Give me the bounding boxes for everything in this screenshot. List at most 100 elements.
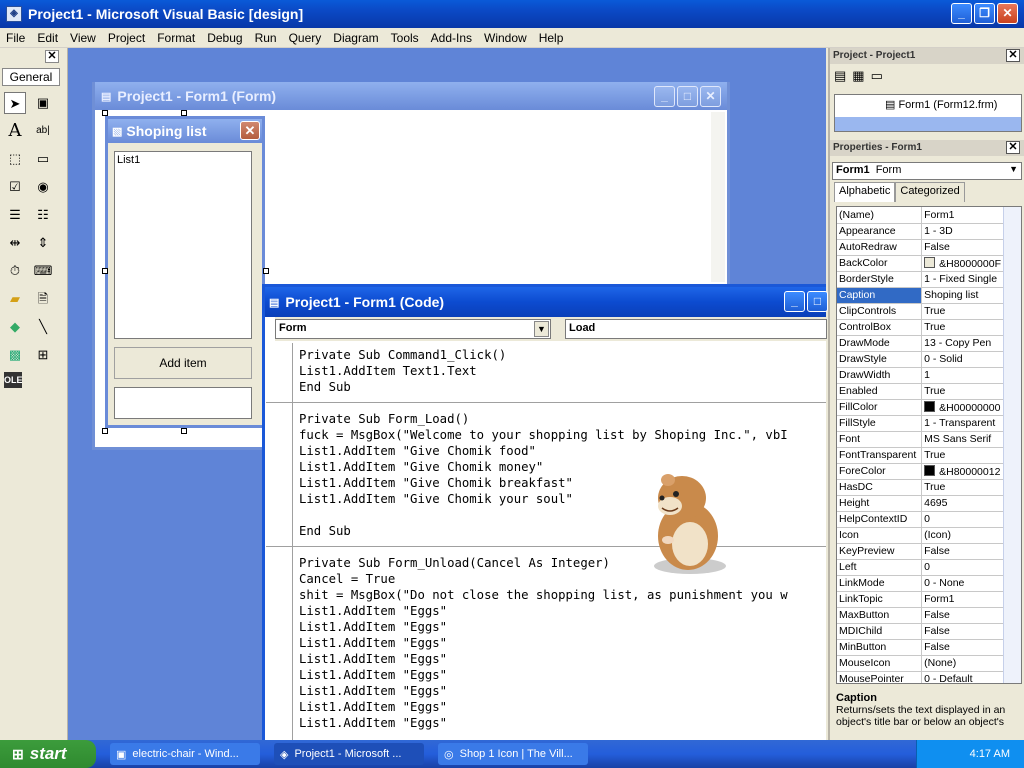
code-line[interactable]: Cancel = True [299, 571, 826, 587]
property-row[interactable]: FontTransparent True [837, 447, 1003, 464]
properties-object-combo[interactable]: Form1 Form ▼ [832, 162, 1022, 180]
code-line[interactable]: List1.AddItem "Give Chomik money" [299, 459, 826, 475]
property-value[interactable]: 1 - Transparent [921, 415, 1003, 432]
property-name[interactable]: FillColor [837, 399, 923, 416]
property-value[interactable]: &H8000000F [921, 255, 1003, 272]
menu-query[interactable]: Query [283, 31, 328, 45]
resize-handle-n[interactable] [181, 110, 187, 116]
chevron-down-icon[interactable]: ▼ [1009, 164, 1018, 174]
property-name[interactable]: MousePointer [837, 671, 923, 683]
property-name[interactable]: Appearance [837, 223, 923, 240]
resize-handle-sw[interactable] [102, 428, 108, 434]
property-row[interactable]: HasDC True [837, 479, 1003, 496]
form-minimize-button[interactable]: _ [654, 86, 675, 107]
start-button[interactable]: ⊞ start [0, 740, 96, 768]
property-row[interactable]: Height 4695 [837, 495, 1003, 512]
resize-handle-w[interactable] [102, 268, 108, 274]
property-row[interactable]: MaxButton False [837, 607, 1003, 624]
code-line[interactable]: List1.AddItem "Eggs" [299, 699, 826, 715]
tab-categorized[interactable]: Categorized [895, 182, 965, 202]
property-name[interactable]: Height [837, 495, 923, 512]
code-line[interactable]: List1.AddItem Text1.Text [299, 363, 826, 379]
code-line[interactable]: Private Sub Command1_Click() [299, 347, 826, 363]
property-name[interactable]: Font [837, 431, 923, 448]
property-name[interactable]: Left [837, 559, 923, 576]
menu-tools[interactable]: Tools [385, 31, 425, 45]
property-row[interactable]: (Name) Form1 [837, 207, 1003, 224]
menu-format[interactable]: Format [151, 31, 201, 45]
property-value[interactable]: &H00000000 [921, 399, 1003, 416]
ole-tool-icon[interactable]: OLE [4, 372, 23, 388]
property-value[interactable]: True [921, 383, 1003, 400]
menu-file[interactable]: File [0, 31, 31, 45]
property-row[interactable]: AutoRedraw False [837, 239, 1003, 256]
property-value[interactable]: 0 [921, 511, 1003, 528]
code-line[interactable] [299, 507, 826, 523]
properties-panel-close-button[interactable]: ✕ [1006, 141, 1020, 154]
property-value[interactable]: True [921, 447, 1003, 464]
property-value[interactable]: 0 - None [921, 575, 1003, 592]
chevron-down-icon[interactable]: ▼ [534, 321, 549, 337]
shape-tool-icon[interactable]: ◆ [4, 316, 26, 338]
property-row[interactable]: FillStyle 1 - Transparent [837, 415, 1003, 432]
drivelistbox-tool-icon[interactable]: ⌨ [32, 260, 54, 282]
toolbox-close-button[interactable]: ✕ [45, 50, 59, 63]
properties-vertical-scrollbar[interactable] [1003, 207, 1021, 683]
toggle-folders-icon[interactable]: ▭ [871, 68, 883, 90]
property-row[interactable]: HelpContextID 0 [837, 511, 1003, 528]
text1-textbox[interactable] [114, 387, 252, 419]
timer-tool-icon[interactable]: ⏱ [4, 260, 26, 282]
toolbox-tab-general[interactable]: General [2, 68, 60, 86]
property-value[interactable]: 1 - Fixed Single [921, 271, 1003, 288]
property-name[interactable]: Caption [837, 287, 923, 304]
code-line[interactable]: List1.AddItem "Give Chomik breakfast" [299, 475, 826, 491]
property-name[interactable]: BorderStyle [837, 271, 923, 288]
property-name[interactable]: (Name) [837, 207, 923, 224]
property-value[interactable]: 4695 [921, 495, 1003, 512]
menu-edit[interactable]: Edit [31, 31, 64, 45]
menu-add-ins[interactable]: Add-Ins [425, 31, 478, 45]
code-line[interactable]: Private Sub Form_Unload(Cancel As Intege… [299, 555, 826, 571]
property-value[interactable]: Shoping list [921, 287, 1003, 304]
property-name[interactable]: HelpContextID [837, 511, 923, 528]
property-row[interactable]: BackColor &H8000000F [837, 255, 1003, 272]
code-editor[interactable]: Private Sub Command1_Click() List1.AddIte… [265, 343, 826, 743]
property-row[interactable]: ForeColor &H80000012 [837, 463, 1003, 480]
taskbar-item-visual-basic[interactable]: ◈ Project1 - Microsoft ... [274, 743, 424, 765]
line-tool-icon[interactable]: ╲ [32, 316, 54, 338]
designer-form-title-bar[interactable]: ▧ Shoping list [108, 119, 262, 143]
property-value[interactable]: 0 - Solid [921, 351, 1003, 368]
property-name[interactable]: ClipControls [837, 303, 923, 320]
pointer-tool-icon[interactable]: ➤ [4, 92, 26, 114]
designer-form-close-button[interactable]: ✕ [240, 121, 260, 140]
property-row[interactable]: Appearance 1 - 3D [837, 223, 1003, 240]
label-tool-icon[interactable]: A [4, 120, 26, 142]
code-line[interactable]: End Sub [299, 523, 826, 539]
property-value[interactable]: True [921, 303, 1003, 320]
code-line[interactable]: List1.AddItem "Eggs" [299, 635, 826, 651]
property-value[interactable]: 13 - Copy Pen [921, 335, 1003, 352]
add-item-button[interactable]: Add item [114, 347, 252, 379]
menu-view[interactable]: View [64, 31, 102, 45]
resize-handle-nw[interactable] [102, 110, 108, 116]
property-value[interactable]: Form1 [921, 591, 1003, 608]
property-row[interactable]: Enabled True [837, 383, 1003, 400]
main-title-bar[interactable]: ◈ Project1 - Microsoft Visual Basic [des… [0, 0, 1024, 28]
menu-run[interactable]: Run [249, 31, 283, 45]
property-name[interactable]: KeyPreview [837, 543, 923, 560]
property-name[interactable]: Enabled [837, 383, 923, 400]
project-panel-close-button[interactable]: ✕ [1006, 49, 1020, 62]
project-tree-item[interactable]: ▤ Form1 (Form12.frm) [885, 98, 997, 111]
code-line[interactable]: End Sub [299, 379, 826, 395]
project-horizontal-scrollbar[interactable] [835, 117, 1021, 131]
code-window-title-bar[interactable]: ▤ Project1 - Form1 (Code) _ □ [265, 287, 828, 317]
code-line[interactable]: List1.AddItem "Eggs" [299, 603, 826, 619]
view-code-icon[interactable]: ▤ [834, 68, 846, 90]
list1-listbox[interactable]: List1 [114, 151, 252, 339]
property-row[interactable]: BorderStyle 1 - Fixed Single [837, 271, 1003, 288]
code-window[interactable]: ▤ Project1 - Form1 (Code) _ □ Form ▼ Loa… [262, 284, 828, 743]
form-vertical-scrollbar[interactable] [711, 112, 725, 282]
property-value[interactable]: (None) [921, 655, 1003, 672]
property-row[interactable]: MDIChild False [837, 623, 1003, 640]
property-row[interactable]: MouseIcon (None) [837, 655, 1003, 672]
